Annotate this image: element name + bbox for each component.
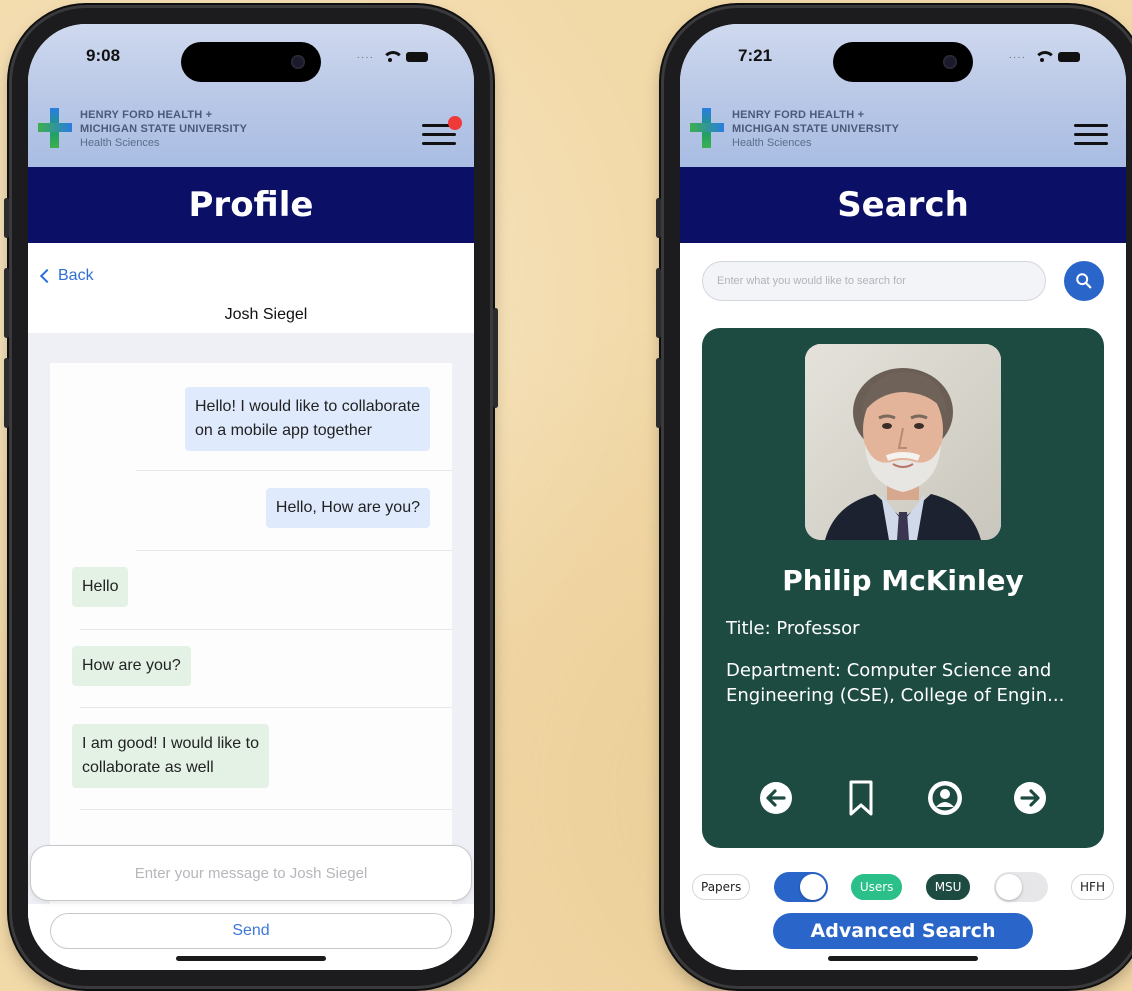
msu-filter-label: MSU: [925, 874, 971, 900]
logo-line-2: MICHIGAN STATE UNIVERSITY: [80, 123, 248, 135]
divider: [136, 470, 452, 471]
volume-down-button: [656, 358, 661, 428]
left-phone: 9:08 ···· HENRY FORD HEALTH + MICHIGAN S…: [4, 8, 498, 986]
search-button[interactable]: [1064, 261, 1104, 301]
action-button: [656, 198, 661, 238]
message-line: Hello, How are you?: [275, 499, 420, 516]
view-profile-button[interactable]: [923, 776, 967, 820]
right-phone: 7:21 ···· HENRY FORD HEALTH + MICHIGAN S…: [656, 8, 1132, 986]
hamburger-menu-button[interactable]: [422, 116, 462, 148]
chat-contact-name: Josh Siegel: [224, 306, 308, 323]
message-line: I am good! I would like to: [82, 735, 259, 752]
papers-filter-label: Papers: [692, 874, 751, 900]
papers-users-toggle[interactable]: [773, 872, 828, 902]
divider: [80, 707, 452, 708]
send-button[interactable]: Send: [50, 913, 452, 949]
researcher-department: Department: Computer Science and Enginee…: [726, 660, 1065, 706]
incoming-message: How are you?: [72, 646, 191, 686]
search-icon: [1076, 273, 1092, 289]
hfh-filter-label: HFH: [1071, 874, 1114, 900]
search-filters: Papers Users MSU HFH: [692, 872, 1114, 902]
researcher-card[interactable]: Philip McKinley Title: Professor Departm…: [702, 328, 1104, 848]
home-indicator[interactable]: [828, 956, 978, 961]
hfh-msu-logo: HENRY FORD HEALTH + MICHIGAN STATE UNIVE…: [690, 108, 899, 150]
title-banner: Search: [680, 167, 1126, 243]
message-input-container: [30, 845, 472, 901]
battery-icon: [406, 52, 428, 62]
hamburger-menu-button[interactable]: [1074, 124, 1108, 148]
search-bar: [702, 261, 1104, 301]
notification-dot: [448, 116, 462, 130]
back-label: Back: [58, 267, 94, 284]
msu-hfh-toggle[interactable]: [993, 872, 1048, 902]
outgoing-message: Hello, How are you?: [265, 488, 430, 528]
cellular-icon: ····: [1008, 51, 1026, 63]
phone-screen: 7:21 ···· HENRY FORD HEALTH + MICHIGAN S…: [680, 24, 1126, 970]
status-icons: ····: [357, 51, 428, 63]
advanced-search-button[interactable]: Advanced Search: [773, 913, 1033, 949]
plus-logo-icon: [690, 108, 724, 148]
dynamic-island: [181, 42, 321, 82]
researcher-photo: [805, 344, 1001, 540]
cellular-icon: ····: [356, 51, 374, 63]
bookmark-button[interactable]: [839, 776, 883, 820]
page-title: Profile: [188, 185, 314, 225]
status-time: 9:08: [86, 46, 121, 65]
page-title: Search: [837, 185, 969, 225]
message-row: How are you?: [50, 646, 452, 686]
back-button[interactable]: Back: [38, 267, 94, 285]
title-banner: Profile: [28, 167, 474, 243]
arrow-right-icon: [1013, 782, 1046, 814]
message-line: Hello: [82, 578, 119, 595]
incoming-message: I am good! I would like to collaborate a…: [72, 724, 269, 788]
profile-icon: [928, 781, 963, 815]
previous-result-button[interactable]: [754, 776, 798, 820]
volume-down-button: [4, 358, 9, 428]
logo-line-2: MICHIGAN STATE UNIVERSITY: [732, 123, 900, 135]
hfh-msu-logo: HENRY FORD HEALTH + MICHIGAN STATE UNIVE…: [38, 108, 247, 150]
search-field: [702, 261, 1046, 301]
message-line: Hello! I would like to collaborate: [194, 398, 420, 415]
researcher-title: Title: Professor: [726, 618, 860, 639]
chevron-left-icon: [39, 268, 55, 284]
wifi-icon: [1034, 51, 1056, 63]
message-row: I am good! I would like to collaborate a…: [50, 724, 452, 788]
arrow-left-icon: [760, 782, 792, 814]
bookmark-icon: [849, 780, 873, 816]
message-line: on a mobile app together: [194, 422, 372, 439]
message-row: Hello, How are you?: [50, 488, 452, 528]
message-line: How are you?: [82, 657, 181, 674]
logo-line-1: HENRY FORD HEALTH +: [80, 109, 213, 121]
divider: [80, 809, 452, 810]
divider: [80, 629, 452, 630]
card-actions: [754, 776, 1052, 820]
phone-screen: 9:08 ···· HENRY FORD HEALTH + MICHIGAN S…: [28, 24, 474, 970]
search-input[interactable]: [717, 275, 1031, 287]
wifi-icon: [382, 51, 404, 63]
message-row: Hello! I would like to collaborate on a …: [50, 387, 452, 451]
logo-line-3: Health Sciences: [80, 137, 160, 149]
status-icons: ····: [1009, 51, 1080, 63]
power-button: [493, 308, 498, 408]
incoming-message: Hello: [72, 567, 129, 607]
message-row: Hello: [50, 567, 452, 607]
volume-up-button: [4, 268, 9, 338]
message-line: collaborate as well: [82, 759, 214, 776]
outgoing-message: Hello! I would like to collaborate on a …: [184, 387, 430, 451]
dynamic-island: [833, 42, 973, 82]
logo-line-3: Health Sciences: [732, 137, 812, 149]
users-filter-label: Users: [850, 874, 903, 900]
researcher-name: Philip McKinley: [782, 564, 1024, 597]
next-result-button[interactable]: [1008, 776, 1052, 820]
divider: [136, 550, 452, 551]
plus-logo-icon: [38, 108, 72, 148]
status-time: 7:21: [738, 46, 773, 65]
message-input[interactable]: [31, 846, 471, 900]
volume-up-button: [656, 268, 661, 338]
logo-line-1: HENRY FORD HEALTH +: [732, 109, 865, 121]
action-button: [4, 198, 9, 238]
home-indicator[interactable]: [176, 956, 326, 961]
battery-icon: [1058, 52, 1080, 62]
